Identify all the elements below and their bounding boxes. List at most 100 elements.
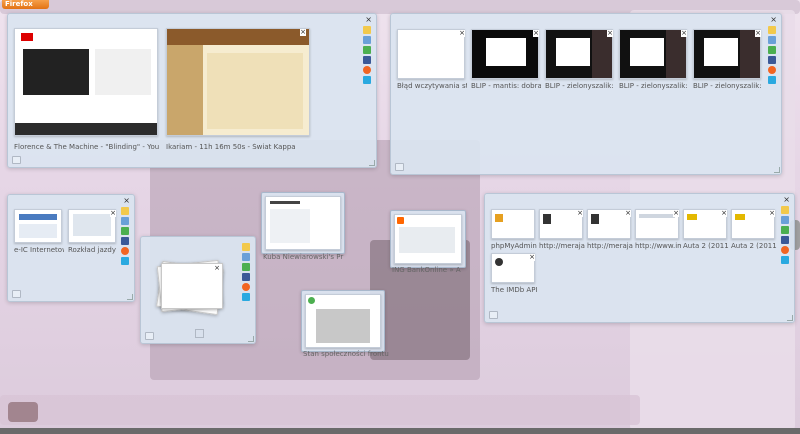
tab-title: Kuba Niewiarowski's Pr (263, 253, 344, 261)
twitter-icon[interactable] (781, 256, 789, 264)
tab-title: e-IC Internetowa (14, 246, 64, 254)
tab-item[interactable]: × BLIP - zielonyszalik: i t (693, 29, 763, 91)
orphan-tab[interactable] (261, 192, 345, 254)
app-icon[interactable] (363, 36, 371, 44)
group-close-icon[interactable]: × (783, 196, 790, 204)
star-icon[interactable] (768, 26, 776, 34)
blip-icon[interactable] (363, 66, 371, 74)
tab-close-icon[interactable]: × (459, 30, 465, 37)
tab-title: Auta 2 (2011) - F (731, 242, 777, 250)
twitter-icon[interactable] (242, 293, 250, 301)
tab-group-5[interactable]: × phpMyAdmin × http://merajana. × http:/… (484, 193, 795, 323)
tab-item[interactable]: × The IMDb API v2 (491, 253, 537, 295)
green-favicon-icon (308, 297, 315, 304)
star-icon[interactable] (242, 243, 250, 251)
tab-title: Błąd wczytywania strony (397, 82, 467, 90)
tab-item[interactable]: × BLIP - zielonyszalik: < (619, 29, 689, 91)
tab-item[interactable]: × http://merajana.c (587, 209, 633, 251)
expand-icon[interactable] (195, 329, 204, 338)
tab-thumbnail (265, 196, 341, 250)
blip-icon[interactable] (242, 283, 250, 291)
group-info-icon[interactable] (12, 290, 21, 298)
twitter-icon[interactable] (121, 257, 129, 265)
tab-close-icon[interactable]: × (300, 29, 306, 36)
group-info-icon[interactable] (145, 332, 154, 340)
firefox-menu-button[interactable]: Firefox (2, 0, 49, 9)
tab-group-4[interactable]: × (140, 236, 256, 344)
tab-close-icon[interactable]: × (769, 210, 775, 217)
tab-close-icon[interactable]: × (110, 210, 116, 217)
share-icons (363, 26, 372, 84)
twitter-icon[interactable] (768, 76, 776, 84)
tab-close-icon[interactable]: × (755, 30, 761, 37)
group-close-icon[interactable]: × (123, 197, 130, 205)
tab-close-icon[interactable]: × (607, 30, 613, 37)
tab-group-2[interactable]: × × Błąd wczytywania strony × BLIP - man… (390, 13, 782, 175)
tab-item[interactable]: × http://merajana. (539, 209, 585, 251)
tab-title: http://merajana. (539, 242, 585, 250)
tab-close-icon[interactable]: × (533, 30, 539, 37)
tab-close-icon[interactable]: × (721, 210, 727, 217)
tab-title: Ikariam - 11h 16m 50s - Świat Kappa (166, 143, 296, 151)
group-close-icon[interactable]: × (770, 16, 777, 24)
tab-item[interactable]: × Rozkład jazdy poc (68, 209, 118, 255)
facebook-icon[interactable] (242, 273, 250, 281)
blip-icon[interactable] (781, 246, 789, 254)
tab-close-icon[interactable]: × (673, 210, 679, 217)
app-icon[interactable] (768, 36, 776, 44)
tab-item[interactable]: phpMyAdmin (491, 209, 537, 251)
tab-close-icon[interactable]: × (625, 210, 631, 217)
refresh-icon[interactable] (121, 227, 129, 235)
tab-item[interactable]: × BLIP - mantis: dobra, (471, 29, 541, 91)
group-info-icon[interactable] (395, 163, 404, 171)
resize-handle[interactable] (774, 167, 780, 173)
tab-thumbnail (68, 209, 116, 243)
group-close-icon[interactable]: × (365, 16, 372, 24)
facebook-icon[interactable] (768, 56, 776, 64)
resize-handle[interactable] (369, 160, 375, 166)
tab-item[interactable]: × Ikariam - 11h 16m 50s - Świat Kappa (166, 28, 312, 152)
group-info-icon[interactable] (489, 311, 498, 319)
share-icons (121, 207, 130, 265)
app-icon[interactable] (121, 217, 129, 225)
tab-item[interactable]: Florence & The Machine - "Blinding" - Yo… (14, 28, 160, 152)
tab-thumbnail (545, 29, 613, 79)
tab-title: Florence & The Machine - "Blinding" - Yo… (14, 143, 160, 151)
facebook-icon[interactable] (781, 236, 789, 244)
tab-title: http://www.imd (635, 242, 681, 250)
tab-item[interactable]: × Błąd wczytywania strony (397, 29, 467, 91)
tab-close-icon[interactable]: × (529, 254, 535, 261)
twitter-icon[interactable] (363, 76, 371, 84)
blip-icon[interactable] (768, 66, 776, 74)
facebook-icon[interactable] (121, 237, 129, 245)
tab-item[interactable]: e-IC Internetowa (14, 209, 64, 255)
refresh-icon[interactable] (781, 226, 789, 234)
tab-item[interactable]: × BLIP - zielonyszalik: m (545, 29, 615, 91)
tab-close-icon[interactable]: × (681, 30, 687, 37)
refresh-icon[interactable] (768, 46, 776, 54)
tab-close-icon[interactable]: × (214, 265, 220, 272)
tab-stack-front[interactable]: × (161, 263, 223, 309)
blip-icon[interactable] (121, 247, 129, 255)
resize-handle[interactable] (248, 336, 254, 342)
star-icon[interactable] (121, 207, 129, 215)
orphan-tab[interactable] (301, 290, 385, 352)
refresh-icon[interactable] (363, 46, 371, 54)
app-icon[interactable] (242, 253, 250, 261)
refresh-icon[interactable] (242, 263, 250, 271)
star-icon[interactable] (781, 206, 789, 214)
resize-handle[interactable] (787, 315, 793, 321)
star-icon[interactable] (363, 26, 371, 34)
tab-item[interactable]: × Auta 2 (2011) - F (731, 209, 777, 251)
orphan-tab[interactable] (390, 210, 466, 268)
tab-group-1[interactable]: × Florence & The Machine - "Blinding" - … (7, 13, 377, 168)
tab-title: Stan społeczności frontu (303, 350, 389, 358)
facebook-icon[interactable] (363, 56, 371, 64)
app-icon[interactable] (781, 216, 789, 224)
tab-item[interactable]: × Auta 2 (2011) - R (683, 209, 729, 251)
tab-group-3[interactable]: × e-IC Internetowa × Rozkład jazdy poc (7, 194, 135, 302)
resize-handle[interactable] (127, 294, 133, 300)
tab-close-icon[interactable]: × (577, 210, 583, 217)
group-info-icon[interactable] (12, 156, 21, 164)
tab-item[interactable]: × http://www.imd (635, 209, 681, 251)
